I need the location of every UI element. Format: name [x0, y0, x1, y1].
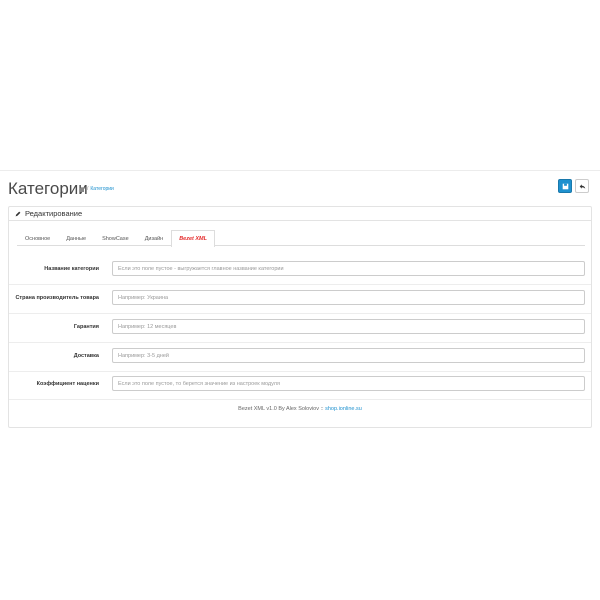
form-row-country: Страна производитель товара	[9, 286, 591, 314]
tab-bezet-xml[interactable]: Bezet XML	[171, 230, 215, 247]
delivery-input[interactable]	[112, 348, 585, 363]
category-name-label: Название категории	[44, 266, 99, 272]
footer-link[interactable]: shop.ionline.su	[325, 406, 362, 412]
country-input[interactable]	[112, 290, 585, 305]
category-name-input[interactable]	[112, 261, 585, 276]
markup-label: Коэффициент наценки	[36, 381, 99, 387]
form-row-markup: Коэффициент наценки	[9, 372, 591, 400]
country-label: Страна производитель товара	[15, 295, 99, 301]
module-footer: Bezet XML v1.0 By Alex Soloviov :: shop.…	[9, 406, 591, 412]
form-row-delivery: Доставка	[9, 344, 591, 372]
pencil-icon	[15, 211, 21, 216]
back-button[interactable]	[575, 179, 589, 193]
home-icon[interactable]	[79, 186, 85, 192]
footer-credit: Bezet XML v1.0 By Alex Soloviov ::	[238, 406, 324, 412]
tab-showcase[interactable]: ShowCase	[94, 230, 137, 246]
markup-input[interactable]	[112, 376, 585, 391]
warranty-label: Гарантия	[73, 324, 99, 330]
page-header: Категории / Категории	[0, 170, 600, 200]
breadcrumb-link-categories[interactable]: Категории	[90, 186, 113, 192]
save-icon	[562, 183, 568, 189]
page-title: Категории	[8, 179, 88, 198]
panel-heading: Редактирование	[9, 207, 591, 221]
tab-data[interactable]: Данные	[58, 230, 94, 246]
tab-bar: Основное Данные ShowCase Дизайн Bezet XM…	[17, 230, 585, 247]
tab-general[interactable]: Основное	[17, 230, 58, 246]
panel-title: Редактирование	[25, 209, 83, 218]
form-row-category-name: Название категории	[9, 257, 591, 285]
breadcrumb-separator: /	[87, 186, 89, 192]
tab-design[interactable]: Дизайн	[137, 230, 172, 246]
form-row-warranty: Гарантия	[9, 315, 591, 343]
edit-panel: Редактирование Основное Данные ShowCase …	[8, 206, 592, 428]
warranty-input[interactable]	[112, 319, 585, 334]
reply-icon	[579, 183, 585, 189]
save-button[interactable]	[558, 179, 572, 193]
breadcrumb: / Категории	[79, 186, 114, 192]
delivery-label: Доставка	[73, 353, 99, 359]
